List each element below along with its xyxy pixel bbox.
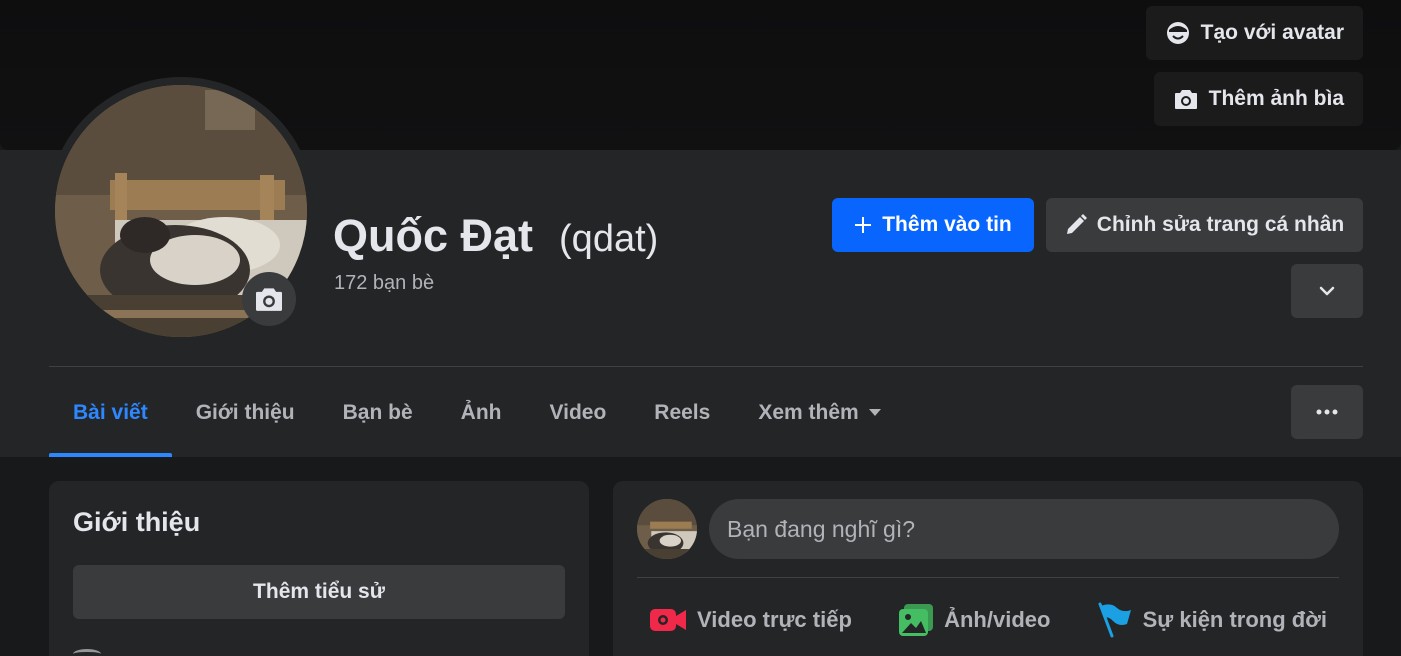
live-video-button[interactable]: Video trực tiếp — [637, 593, 864, 647]
add-to-story-label: Thêm vào tin — [882, 213, 1012, 236]
intro-card: Giới thiệu Thêm tiểu sử — [49, 481, 589, 656]
tab-videos[interactable]: Video — [525, 368, 630, 457]
add-bio-label: Thêm tiểu sử — [253, 580, 385, 603]
composer-avatar[interactable] — [637, 499, 697, 559]
tab-posts[interactable]: Bài viết — [49, 368, 172, 457]
avatar-icon — [1165, 20, 1191, 46]
photo-video-label: Ảnh/video — [944, 607, 1051, 632]
update-avatar-button[interactable] — [242, 272, 296, 326]
tab-friends-label: Bạn bè — [342, 400, 413, 424]
profile-name-text: Quốc Đạt — [333, 210, 534, 261]
life-event-label: Sự kiện trong đời — [1142, 607, 1327, 632]
post-composer: Bạn đang nghĩ gì? Video trực tiếp Ảnh/vi… — [613, 481, 1363, 656]
photo-icon — [899, 604, 934, 636]
composer-input[interactable]: Bạn đang nghĩ gì? — [709, 499, 1339, 559]
add-cover-photo-button[interactable]: Thêm ảnh bìa — [1153, 72, 1363, 126]
composer-placeholder: Bạn đang nghĩ gì? — [727, 515, 915, 542]
composer-actions: Video trực tiếp Ảnh/video Sự kiện trong … — [637, 593, 1339, 647]
plus-icon — [855, 217, 872, 233]
chevron-down-icon — [1319, 286, 1335, 296]
edit-profile-label: Chỉnh sửa trang cá nhân — [1096, 213, 1345, 236]
camera-icon — [1173, 86, 1199, 112]
profile-menu-button[interactable] — [1291, 264, 1363, 318]
create-with-avatar-label: Tạo với avatar — [1200, 21, 1344, 44]
camera-icon — [256, 288, 282, 311]
tab-reels[interactable]: Reels — [630, 368, 734, 457]
tab-reels-label: Reels — [654, 400, 711, 424]
photo-video-button[interactable]: Ảnh/video — [886, 593, 1062, 647]
tab-more[interactable]: Xem thêm — [734, 368, 904, 457]
profile-tabs: Bài viết Giới thiệu Bạn bè Ảnh Video Ree… — [49, 368, 905, 457]
live-video-label: Video trực tiếp — [697, 607, 852, 632]
edit-profile-button[interactable]: Chỉnh sửa trang cá nhân — [1046, 198, 1363, 252]
profile-page: Tạo với avatar Thêm ảnh bìa Quốc Đạt (qd… — [0, 0, 1401, 656]
header-divider — [49, 366, 1363, 367]
live-video-icon — [650, 609, 686, 631]
tab-about-label: Giới thiệu — [195, 400, 295, 424]
intro-title: Giới thiệu — [73, 507, 201, 537]
flag-icon — [1098, 602, 1131, 638]
tab-photos[interactable]: Ảnh — [437, 368, 526, 457]
add-bio-button[interactable]: Thêm tiểu sử — [73, 565, 565, 619]
tab-more-label: Xem thêm — [758, 400, 859, 424]
profile-name: Quốc Đạt (qdat) — [333, 210, 658, 262]
tab-about[interactable]: Giới thiệu — [172, 368, 319, 457]
caret-down-icon — [868, 408, 881, 416]
ellipsis-icon — [1316, 409, 1338, 415]
tab-friends[interactable]: Bạn bè — [319, 368, 437, 457]
create-with-avatar-button[interactable]: Tạo với avatar — [1145, 6, 1363, 60]
intro-detail-icon — [73, 649, 101, 656]
tab-posts-label: Bài viết — [73, 400, 148, 424]
more-options-button[interactable] — [1291, 385, 1363, 439]
add-to-story-button[interactable]: Thêm vào tin — [832, 198, 1034, 252]
profile-alternate-name: (qdat) — [559, 218, 659, 260]
life-event-button[interactable]: Sự kiện trong đời — [1085, 593, 1339, 647]
pencil-icon — [1066, 214, 1087, 234]
tab-videos-label: Video — [549, 400, 607, 424]
friends-count[interactable]: 172 bạn bè — [334, 272, 434, 295]
add-cover-photo-label: Thêm ảnh bìa — [1208, 87, 1344, 110]
composer-divider — [637, 577, 1339, 578]
tab-photos-label: Ảnh — [460, 400, 502, 424]
